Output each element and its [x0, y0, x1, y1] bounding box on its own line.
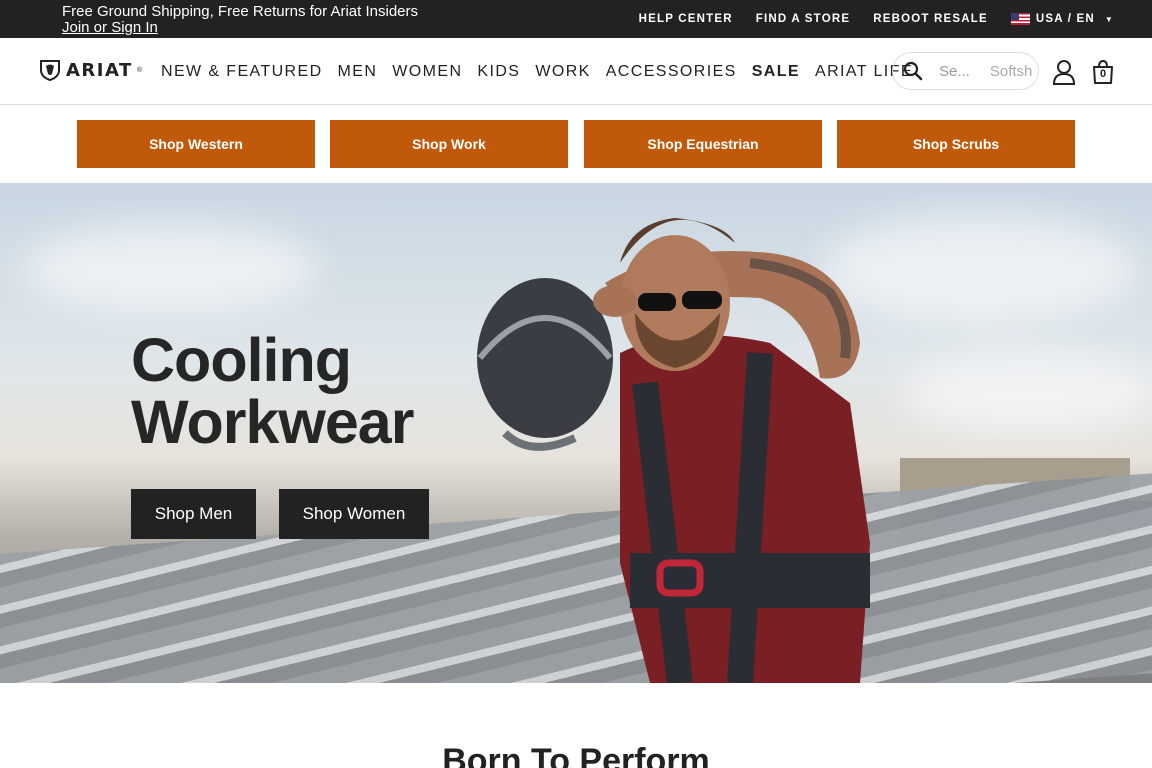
nav-new-featured[interactable]: NEW & FEATURED [161, 63, 323, 81]
ariat-logo[interactable]: ARIAT ® [38, 58, 142, 82]
promo-message: Free Ground Shipping, Free Returns for A… [62, 4, 418, 36]
reboot-resale-link[interactable]: REBOOT RESALE [873, 13, 988, 25]
nav-accessories[interactable]: ACCESSORIES [606, 63, 737, 81]
logo-wordmark: ARIAT [66, 59, 133, 81]
nav-sale[interactable]: SALE [752, 63, 800, 81]
trademark-mark: ® [136, 66, 142, 74]
nav-work[interactable]: WORK [535, 63, 590, 81]
shop-men-button[interactable]: Shop Men [131, 489, 256, 539]
nav-kids[interactable]: KIDS [477, 63, 520, 81]
category-nav: NEW & FEATURED MEN WOMEN KIDS WORK ACCES… [161, 38, 913, 105]
search-icon[interactable] [903, 61, 923, 81]
hero-title-line1: Cooling [131, 326, 352, 394]
promo-bar: Free Ground Shipping, Free Returns for A… [0, 0, 1152, 38]
shop-women-button[interactable]: Shop Women [279, 489, 429, 539]
bag-count: 0 [1099, 68, 1107, 80]
locale-selector[interactable]: USA / EN ▼ [1010, 13, 1114, 25]
search-placeholder: Se... [939, 62, 970, 80]
help-center-link[interactable]: HELP CENTER [639, 13, 733, 25]
search-input[interactable]: Se... Softsh [892, 52, 1039, 90]
cloud [900, 353, 1152, 433]
shopping-bag-button[interactable]: 0 [1091, 59, 1115, 85]
horse-shield-icon [40, 60, 60, 82]
shop-western-button[interactable]: Shop Western [77, 120, 315, 168]
caret-down-icon: ▼ [1104, 14, 1114, 24]
us-flag-icon [1010, 13, 1030, 25]
worker-photo [477, 218, 870, 683]
search-suggestion: Softsh [989, 62, 1033, 80]
shop-scrubs-button[interactable]: Shop Scrubs [837, 120, 1075, 168]
hero-banner[interactable]: Cooling Workwear Shop Men Shop Women [0, 183, 1152, 683]
shop-work-button[interactable]: Shop Work [330, 120, 568, 168]
cloud [20, 223, 320, 313]
hero-title-line2: Workwear [131, 388, 414, 456]
shop-equestrian-button[interactable]: Shop Equestrian [584, 120, 822, 168]
category-buttons: Shop Western Shop Work Shop Equestrian S… [0, 105, 1152, 183]
find-a-store-link[interactable]: FIND A STORE [756, 13, 850, 25]
locale-label: USA / EN [1035, 13, 1095, 25]
hero-title: Cooling Workwear [131, 326, 414, 456]
join-sign-in-link[interactable]: Join or Sign In [62, 20, 418, 36]
main-navigation: ARIAT ® NEW & FEATURED MEN WOMEN KIDS WOR… [0, 38, 1152, 105]
nav-men[interactable]: MEN [338, 63, 378, 81]
utility-links: HELP CENTER FIND A STORE REBOOT RESALE U… [639, 0, 1114, 38]
promo-text: Free Ground Shipping, Free Returns for A… [62, 3, 419, 20]
nav-women[interactable]: WOMEN [392, 63, 462, 81]
account-icon[interactable] [1052, 59, 1076, 85]
section-title: Born To Perform [442, 742, 710, 768]
